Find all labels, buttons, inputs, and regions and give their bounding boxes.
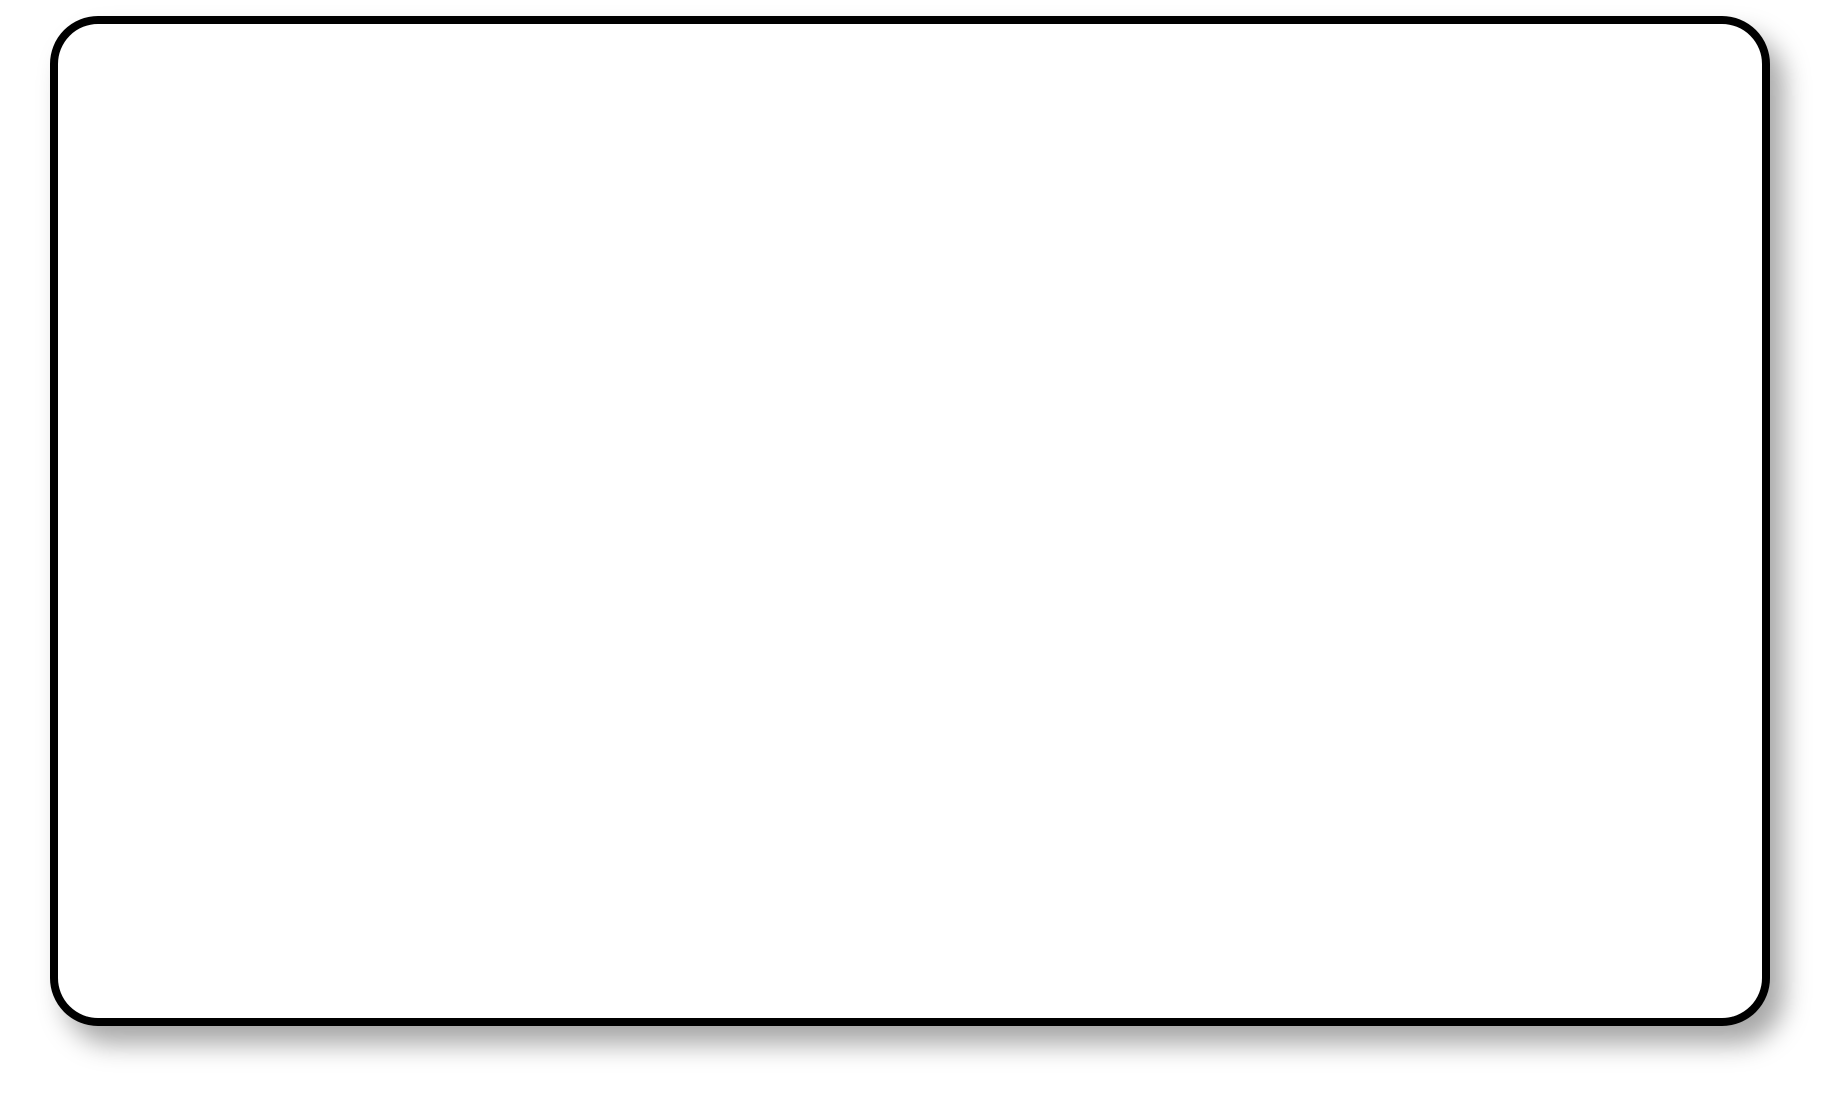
page-subtitle bbox=[58, 48, 1762, 93]
lesson-card bbox=[50, 16, 1770, 1026]
chart-left bbox=[112, 224, 898, 984]
chart-right bbox=[922, 224, 1708, 984]
charts-row bbox=[112, 224, 1708, 984]
